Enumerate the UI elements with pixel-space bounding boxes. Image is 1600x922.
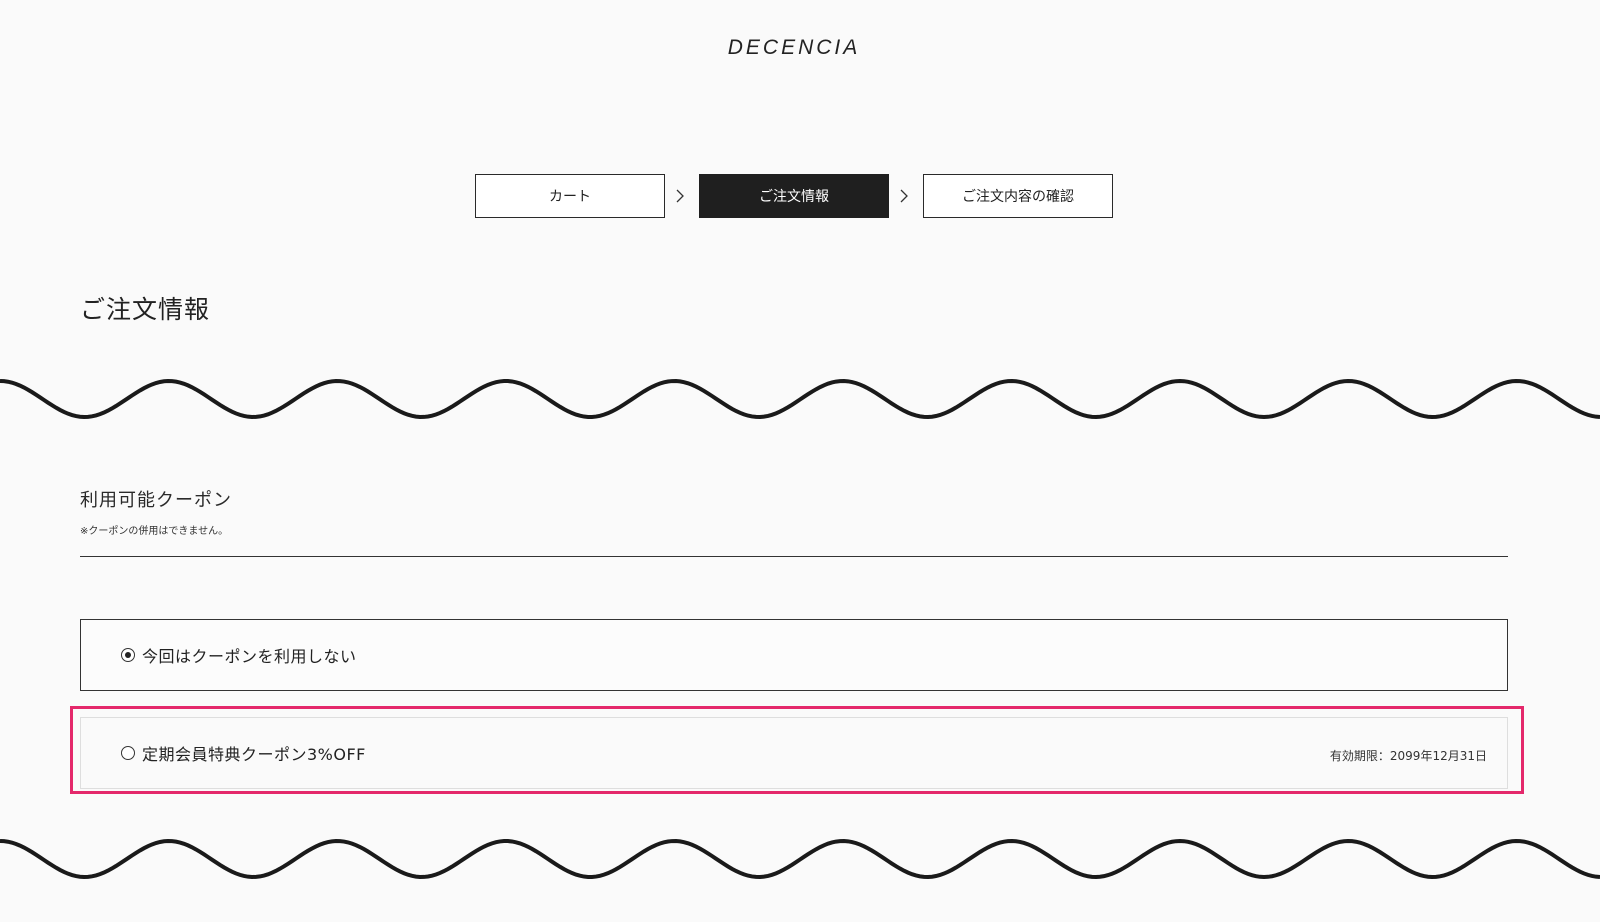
step-order-confirm: ご注文内容の確認 [923,174,1113,218]
chevron-right-icon [676,189,684,203]
brand-logo[interactable]: DECENCIA [0,36,1588,60]
wave-divider-top [0,378,1600,420]
coupon-option-label: 今回はクーポンを利用しない [142,647,357,666]
wave-divider-bottom [0,838,1600,880]
checkout-page: DECENCIA カート ご注文情報 ご注文内容の確認 ご注文情報 利用可能クー… [0,0,1600,922]
radio-selected-icon[interactable] [121,648,135,662]
coupon-section-title: 利用可能クーポン [80,490,232,511]
coupon-section-note: ※クーポンの併用はできません。 [80,526,229,537]
step-order-info: ご注文情報 [699,174,889,218]
section-divider [80,556,1508,557]
chevron-right-icon [900,189,908,203]
coupon-option-label: 定期会員特典クーポン3%OFF [142,745,366,764]
coupon-expiry: 有効期限：2099年12月31日 [1329,749,1487,763]
coupon-option-member-3off[interactable]: 定期会員特典クーポン3%OFF 有効期限：2099年12月31日 [80,717,1508,789]
page-title: ご注文情報 [80,295,211,324]
coupon-option-none[interactable]: 今回はクーポンを利用しない [80,619,1508,691]
step-cart: カート [475,174,665,218]
radio-unselected-icon[interactable] [121,746,135,760]
